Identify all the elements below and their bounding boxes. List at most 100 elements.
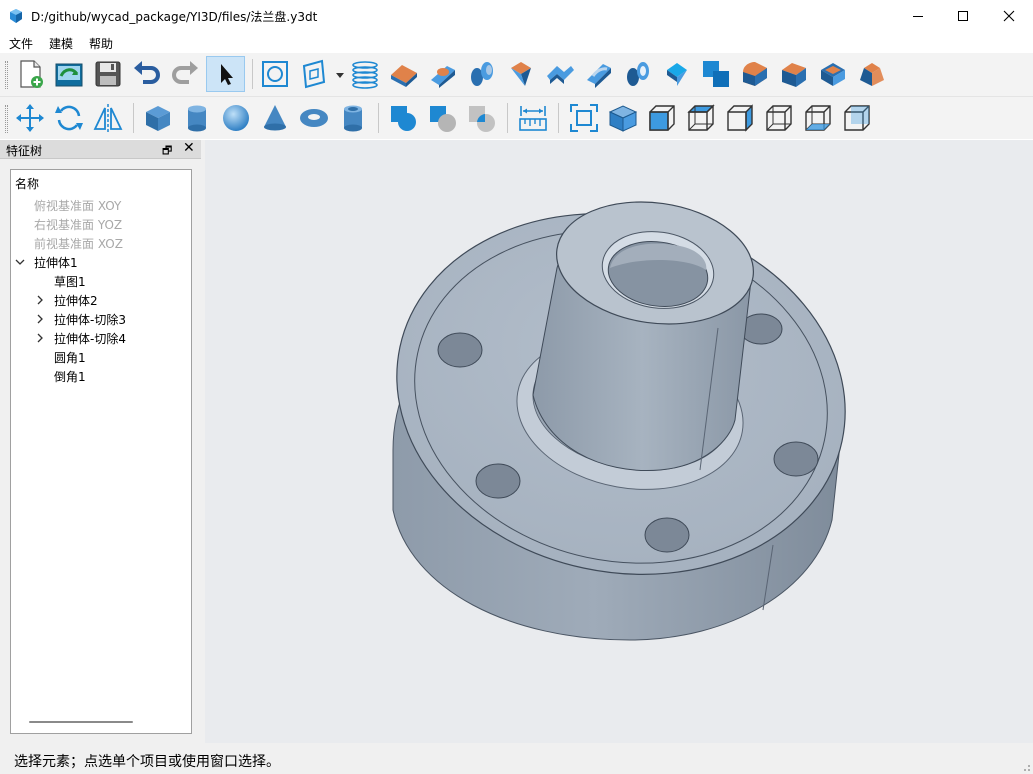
toolbar-modeling (0, 96, 1033, 139)
flange-disc-3d-model[interactable] (205, 140, 1033, 743)
shell-button[interactable] (815, 56, 851, 92)
box-icon (146, 106, 170, 131)
sketch-button[interactable] (257, 56, 293, 92)
3d-viewport[interactable] (205, 140, 1033, 743)
cylinder-button[interactable] (179, 100, 215, 136)
feature-tree-title: 特征树 (6, 144, 43, 158)
torus-button[interactable] (296, 100, 332, 136)
new-file-icon (20, 60, 43, 88)
revolve-button[interactable] (464, 56, 500, 92)
revolve-cut-button[interactable] (620, 56, 656, 92)
union-button[interactable] (386, 100, 422, 136)
tree-item[interactable]: 前视基准面 XOZ (34, 235, 123, 252)
intersect-button[interactable] (464, 100, 500, 136)
select-button[interactable] (206, 56, 245, 92)
rotate-icon (55, 105, 83, 131)
save-file-button[interactable] (90, 56, 126, 92)
tree-collapsed-chevron-icon[interactable] (35, 295, 45, 305)
menu-modeling[interactable]: 建模 (49, 35, 73, 52)
chamfer-button[interactable] (776, 56, 812, 92)
loft-icon (547, 66, 574, 84)
fit-all-button[interactable] (566, 100, 602, 136)
loft-button[interactable] (542, 56, 578, 92)
fillet-icon (743, 62, 767, 86)
redo-button[interactable] (167, 56, 203, 92)
tree-item[interactable]: 圆角1 (54, 349, 86, 366)
new-file-button[interactable] (12, 56, 48, 92)
menu-file[interactable]: 文件 (9, 35, 33, 52)
toolbar-separator (252, 59, 253, 89)
view-top-button[interactable] (683, 100, 719, 136)
tree-collapsed-chevron-icon[interactable] (35, 314, 45, 324)
view-front-icon (649, 105, 675, 131)
resize-grip-icon[interactable] (1019, 760, 1031, 772)
undo-icon (134, 61, 160, 84)
tree-expanded-chevron-icon[interactable] (15, 257, 25, 267)
helix-button[interactable] (347, 56, 383, 92)
cut-button[interactable] (425, 100, 461, 136)
feature-tree[interactable]: 名称 俯视基准面 XOY 右视基准面 YOZ 前视基准面 XOZ 拉伸体1 草图1 拉伸体… (10, 169, 192, 734)
move-button[interactable] (12, 100, 48, 136)
tree-item[interactable]: 右视基准面 YOZ (34, 216, 122, 233)
cone-icon (264, 105, 286, 131)
mirror-button[interactable] (90, 100, 126, 136)
rotate-button[interactable] (51, 100, 87, 136)
loft-cut-icon (587, 64, 611, 88)
extrude-cut-button[interactable] (425, 56, 461, 92)
tree-item[interactable]: 拉伸体-切除4 (54, 330, 126, 347)
draft-button[interactable] (854, 56, 890, 92)
minimize-button[interactable] (895, 0, 941, 31)
union-squares-icon (703, 61, 729, 87)
sweep-cut-button[interactable] (659, 56, 695, 92)
tree-horizontal-scrollbar[interactable] (19, 719, 149, 725)
union-icon (391, 106, 416, 131)
view-back-icon (844, 105, 870, 131)
fillet-button[interactable] (737, 56, 773, 92)
sweep-button[interactable] (503, 56, 539, 92)
view-left-button[interactable] (761, 100, 797, 136)
plane-icon (302, 59, 326, 89)
measure-button[interactable] (515, 100, 551, 136)
view-iso-button[interactable] (605, 100, 641, 136)
sketch-circle-icon (262, 61, 288, 87)
close-button[interactable] (986, 0, 1032, 31)
tree-item[interactable]: 拉伸体2 (54, 292, 98, 309)
cone-button[interactable] (257, 100, 293, 136)
view-right-button[interactable] (722, 100, 758, 136)
menu-help[interactable]: 帮助 (89, 35, 113, 52)
plane-button[interactable] (296, 56, 332, 92)
view-iso-icon (608, 105, 638, 132)
helix-icon (352, 61, 378, 89)
revolve-cut-icon (627, 62, 649, 86)
view-front-button[interactable] (644, 100, 680, 136)
fit-all-icon (570, 104, 598, 132)
move-arrows-icon (16, 104, 44, 132)
tree-item[interactable]: 倒角1 (54, 368, 86, 385)
torus-icon (300, 109, 328, 127)
tree-item[interactable]: 草图1 (54, 273, 86, 290)
toolbar-separator (558, 103, 559, 133)
open-file-button[interactable] (51, 56, 87, 92)
box-button[interactable] (140, 100, 176, 136)
plane-dropdown-arrow-icon[interactable] (336, 71, 344, 79)
tree-item[interactable]: 拉伸体-切除3 (54, 311, 126, 328)
maximize-button[interactable] (940, 0, 986, 31)
status-bar: 选择元素；点选单个项目或使用窗口选择。 (0, 743, 1033, 774)
undo-button[interactable] (129, 56, 165, 92)
loft-cut-button[interactable] (581, 56, 617, 92)
view-back-button[interactable] (839, 100, 875, 136)
tree-item[interactable]: 拉伸体1 (34, 254, 78, 271)
sphere-button[interactable] (218, 100, 254, 136)
boolean-union-button[interactable] (698, 56, 734, 92)
tube-button[interactable] (335, 100, 371, 136)
tree-collapsed-chevron-icon[interactable] (35, 333, 45, 343)
sweep-icon (511, 62, 531, 86)
tree-item[interactable]: 俯视基准面 XOY (34, 197, 121, 214)
window-title: D:/github/wycad_package/YI3D/files/法兰盘.y… (31, 10, 318, 24)
dock-close-icon[interactable]: ✕ (183, 140, 195, 156)
toolbar-grip[interactable] (5, 105, 8, 133)
toolbar-grip[interactable] (5, 61, 8, 89)
extrude-button[interactable] (386, 56, 422, 92)
menu-bar: 文件 建模 帮助 (0, 31, 1033, 53)
view-bottom-button[interactable] (800, 100, 836, 136)
